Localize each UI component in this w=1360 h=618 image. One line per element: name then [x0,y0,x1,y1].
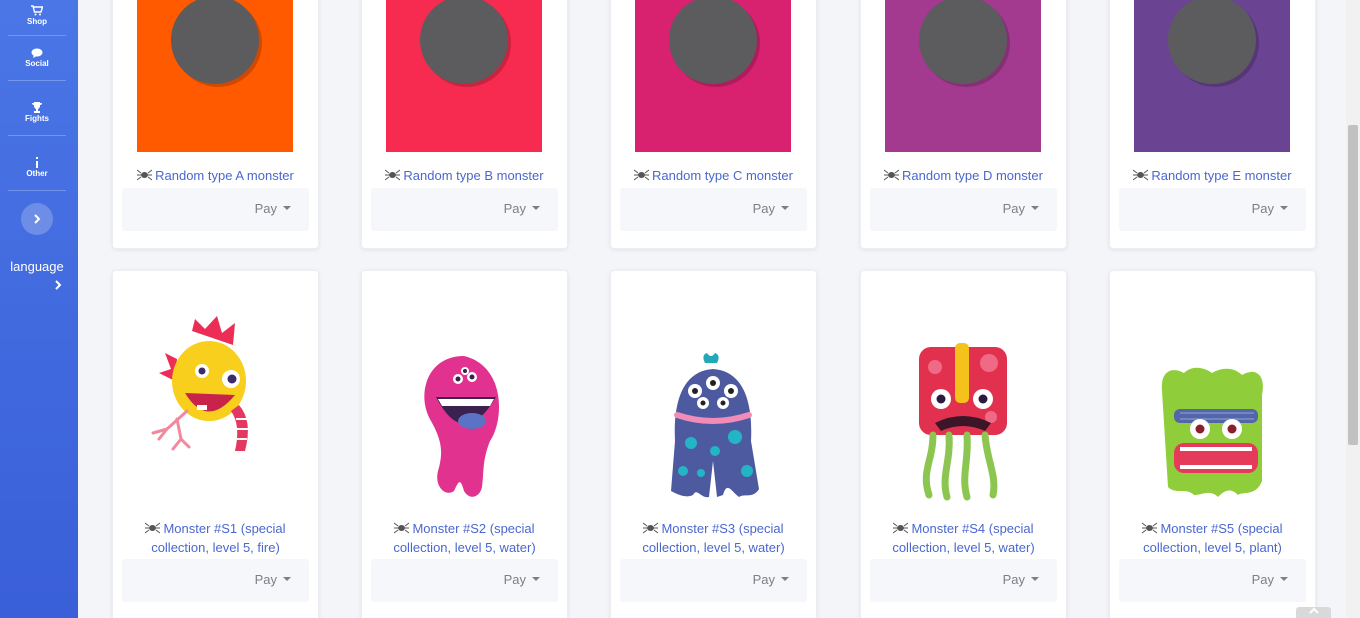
product-card: Random type C monster Pay [610,0,817,249]
product-card: Monster #S4 (special collection, level 5,… [860,270,1067,618]
pay-dropdown[interactable]: Pay [504,572,540,587]
sidebar-item-label: Other [26,169,48,178]
pay-dropdown[interactable]: Pay [1003,201,1039,216]
scroll-to-top-button[interactable] [1296,607,1331,618]
monster-icon [137,169,153,181]
pay-dropdown[interactable]: Pay [1252,201,1288,216]
pay-bar: Pay [870,188,1057,231]
caret-down-icon [283,577,291,581]
product-card: Monster #S1 (special collection, level 5,… [112,270,319,618]
pay-dropdown[interactable]: Pay [753,201,789,216]
sidebar-item-label: Fights [25,114,49,123]
pay-bar: Pay [371,559,558,602]
pay-bar: Pay [1119,559,1306,602]
pay-bar: Pay [870,559,1057,602]
sidebar-item-label: Shop [27,17,47,26]
monster-icon [1133,169,1149,181]
pay-bar: Pay [122,559,309,602]
pay-dropdown[interactable]: Pay [1252,572,1288,587]
product-title[interactable]: Monster #S2 (special collection, level 5,… [368,519,561,557]
placeholder-image [386,0,542,152]
pay-bar: Pay [371,188,558,231]
sidebar-divider [8,190,66,191]
pay-dropdown[interactable]: Pay [753,572,789,587]
monster-icon [884,169,900,181]
placeholder-image [137,0,293,152]
sidebar-divider [8,35,66,36]
product-card: Random type A monster Pay [112,0,319,249]
caret-down-icon [1280,577,1288,581]
chevron-right-icon [34,214,41,224]
pay-dropdown[interactable]: Pay [504,201,540,216]
sidebar-divider [8,135,66,136]
sidebar: Shop Social Fights Other language [0,0,78,618]
caret-down-icon [532,577,540,581]
pay-dropdown[interactable]: Pay [1003,572,1039,587]
monster-image[interactable] [137,311,293,506]
pay-bar: Pay [620,559,807,602]
monster-icon [394,522,410,534]
monster-icon [385,169,401,181]
pay-bar: Pay [1119,188,1306,231]
monster-image[interactable] [386,311,542,506]
product-title[interactable]: Monster #S5 (special collection, level 5,… [1116,519,1309,557]
caret-down-icon [1280,206,1288,210]
info-icon [36,157,38,168]
monster-icon [1142,522,1158,534]
caret-down-icon [781,206,789,210]
pay-bar: Pay [620,188,807,231]
product-card: Random type B monster Pay [361,0,568,249]
sidebar-divider [8,80,66,81]
sidebar-item-label: Social [25,59,49,68]
monster-icon [643,522,659,534]
trophy-icon [32,102,42,113]
product-title[interactable]: Monster #S4 (special collection, level 5,… [867,519,1060,557]
placeholder-image [1134,0,1290,152]
caret-down-icon [532,206,540,210]
chevron-up-icon [1308,607,1319,614]
product-title[interactable]: Monster #S3 (special collection, level 5,… [617,519,810,557]
sidebar-item-shop[interactable]: Shop [8,5,66,26]
product-title[interactable]: Random type C monster [617,166,810,185]
scrollbar-thumb[interactable] [1348,125,1358,445]
cart-icon [31,5,43,16]
chat-icon [31,48,43,58]
placeholder-image [885,0,1041,152]
product-title[interactable]: Random type B monster [368,166,561,185]
pay-bar: Pay [122,188,309,231]
monster-image[interactable] [885,311,1041,506]
sidebar-item-fights[interactable]: Fights [8,102,66,123]
caret-down-icon [1031,206,1039,210]
shop-grid: Random type A monster Pay Random type B … [78,0,1346,618]
placeholder-image [635,0,791,152]
caret-down-icon [283,206,291,210]
product-card: Random type E monster Pay [1109,0,1316,249]
product-card: Monster #S2 (special collection, level 5,… [361,270,568,618]
product-card: Monster #S5 (special collection, level 5,… [1109,270,1316,618]
sidebar-expand-button[interactable] [21,203,53,235]
sidebar-item-social[interactable]: Social [8,48,66,68]
monster-image[interactable] [1134,311,1290,506]
monster-icon [893,522,909,534]
sidebar-item-other[interactable]: Other [8,157,66,178]
product-card: Random type D monster Pay [860,0,1067,249]
monster-icon [145,522,161,534]
product-title[interactable]: Monster #S1 (special collection, level 5,… [119,519,312,557]
product-title[interactable]: Random type D monster [867,166,1060,185]
language-selector[interactable]: language [0,259,74,274]
pay-dropdown[interactable]: Pay [255,201,291,216]
monster-image[interactable] [635,311,791,506]
pay-dropdown[interactable]: Pay [255,572,291,587]
monster-icon [634,169,650,181]
product-title[interactable]: Random type A monster [119,166,312,185]
product-card: Monster #S3 (special collection, level 5,… [610,270,817,618]
caret-down-icon [1031,577,1039,581]
product-title[interactable]: Random type E monster [1116,166,1309,185]
chevron-right-icon[interactable] [54,279,62,291]
caret-down-icon [781,577,789,581]
